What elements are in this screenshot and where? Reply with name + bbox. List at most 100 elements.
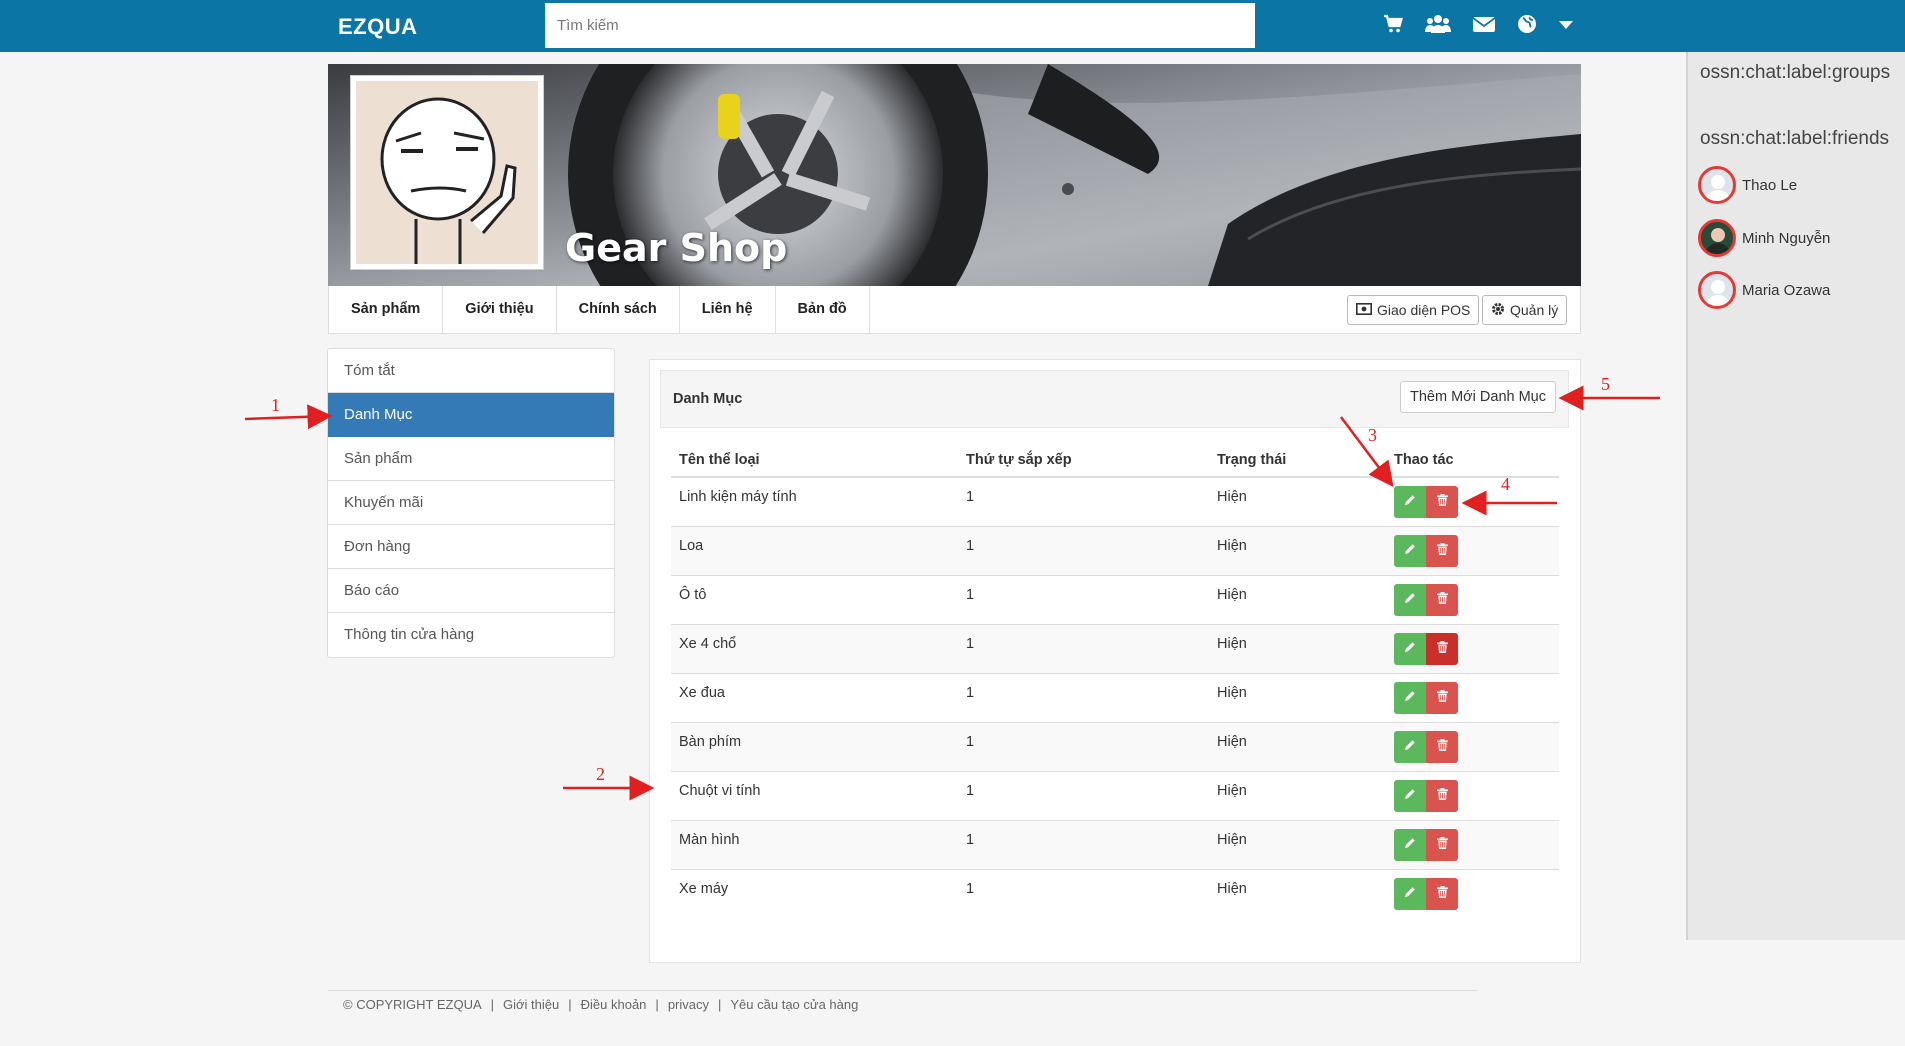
trash-icon xyxy=(1436,738,1448,755)
edit-button[interactable] xyxy=(1394,779,1426,812)
edit-button[interactable] xyxy=(1394,828,1426,861)
left-menu: Tóm tắt Danh Mục Sản phẩm Khuyến mãi Đơn… xyxy=(327,348,615,658)
table-row: Màn hình 1 Hiện xyxy=(671,819,1559,869)
category-name: Ô tô xyxy=(671,574,958,624)
shop-nav: Sản phẩm Giới thiệu Chính sách Liên hệ B… xyxy=(328,286,1581,334)
delete-button[interactable] xyxy=(1426,877,1458,910)
category-name: Linh kiện máy tính xyxy=(671,476,958,526)
footer-link-about[interactable]: Giới thiệu xyxy=(503,997,559,1012)
delete-button[interactable] xyxy=(1426,828,1458,861)
add-category-button[interactable]: Thêm Mới Danh Mục xyxy=(1399,381,1556,413)
category-status: Hiện xyxy=(1209,672,1386,722)
annotation-label-1: 1 xyxy=(271,395,280,415)
edit-button[interactable] xyxy=(1394,486,1426,518)
manage-button-label: Quản lý xyxy=(1510,302,1559,318)
category-table: Tên thể loại Thứ tự sắp xếp Trạng thái T… xyxy=(671,443,1559,918)
search-input[interactable] xyxy=(545,3,1255,48)
edit-button[interactable] xyxy=(1394,632,1426,665)
edit-button[interactable] xyxy=(1394,583,1426,616)
trash-icon xyxy=(1436,836,1448,853)
delete-button[interactable] xyxy=(1426,779,1458,812)
tab-map[interactable]: Bản đồ xyxy=(776,286,870,333)
category-actions xyxy=(1386,721,1559,771)
category-actions xyxy=(1386,770,1559,820)
tab-policy[interactable]: Chính sách xyxy=(557,286,680,333)
menu-item-promotions[interactable]: Khuyến mãi xyxy=(328,481,614,525)
chat-friend[interactable]: Thao Le xyxy=(1698,166,1797,204)
footer-link-privacy[interactable]: privacy xyxy=(668,997,709,1012)
footer-link-request-shop[interactable]: Yêu cầu tạo cửa hàng xyxy=(730,997,858,1012)
category-name: Màn hình xyxy=(671,819,958,869)
cart-icon[interactable] xyxy=(1383,14,1403,34)
category-actions xyxy=(1386,623,1559,673)
category-status: Hiện xyxy=(1209,770,1386,820)
category-name: Chuột vi tính xyxy=(671,770,958,820)
column-header-actions: Thao tác xyxy=(1386,443,1559,478)
menu-item-shop-info[interactable]: Thông tin cửa hàng xyxy=(328,613,614,657)
table-row: Chuột vi tính 1 Hiện xyxy=(671,770,1559,820)
trash-icon xyxy=(1436,591,1448,608)
table-row: Xe máy 1 Hiện xyxy=(671,868,1559,918)
category-order: 1 xyxy=(958,623,1209,673)
chat-friends-label: ossn:chat:label:friends xyxy=(1700,128,1890,149)
delete-button[interactable] xyxy=(1426,730,1458,763)
edit-button[interactable] xyxy=(1394,534,1426,567)
chat-friend[interactable]: Minh Nguyễn xyxy=(1698,219,1830,257)
menu-item-orders[interactable]: Đơn hàng xyxy=(328,525,614,569)
menu-item-reports[interactable]: Báo cáo xyxy=(328,569,614,613)
tab-contact[interactable]: Liên hệ xyxy=(680,286,776,333)
category-order: 1 xyxy=(958,574,1209,624)
menu-item-products[interactable]: Sản phẩm xyxy=(328,437,614,481)
footer-link-terms[interactable]: Điều khoản xyxy=(581,997,647,1012)
footer-divider xyxy=(328,990,1478,991)
category-actions xyxy=(1386,476,1559,526)
delete-button[interactable] xyxy=(1426,681,1458,714)
category-name: Bàn phím xyxy=(671,721,958,771)
pos-button-label: Giao diện POS xyxy=(1377,302,1471,318)
category-status: Hiện xyxy=(1209,525,1386,575)
category-status: Hiện xyxy=(1209,868,1386,918)
pos-button[interactable]: Giao diện POS xyxy=(1347,295,1480,325)
money-icon xyxy=(1356,302,1372,318)
category-status: Hiện xyxy=(1209,721,1386,771)
category-order: 1 xyxy=(958,476,1209,526)
pencil-icon xyxy=(1404,494,1416,510)
category-panel: Danh Mục Thêm Mới Danh Mục Tên thể loại … xyxy=(649,359,1581,963)
delete-button[interactable] xyxy=(1426,486,1458,518)
category-actions xyxy=(1386,525,1559,575)
annotation-label-2: 2 xyxy=(596,764,605,784)
chat-sidebar: ossn:chat:label:groups ossn:chat:label:f… xyxy=(1686,52,1905,940)
site-logo[interactable]: EZQUA xyxy=(338,14,418,40)
friend-name: Thao Le xyxy=(1742,176,1798,194)
envelope-icon[interactable] xyxy=(1473,15,1495,33)
edit-button[interactable] xyxy=(1394,730,1426,763)
table-row: Ô tô 1 Hiện xyxy=(671,574,1559,624)
category-actions xyxy=(1386,574,1559,624)
category-order: 1 xyxy=(958,721,1209,771)
pencil-icon xyxy=(1404,739,1416,755)
edit-button[interactable] xyxy=(1394,877,1426,910)
column-header-status: Trạng thái xyxy=(1209,443,1386,478)
table-row: Xe 4 chổ 1 Hiện xyxy=(671,623,1559,673)
footer: © COPYRIGHT EZQUA | Giới thiệu | Điều khoản |… xyxy=(343,997,859,1012)
manage-button[interactable]: Quản lý xyxy=(1482,295,1568,325)
top-icons xyxy=(1383,14,1573,34)
menu-item-categories[interactable]: Danh Mục xyxy=(328,393,614,437)
groups-icon[interactable] xyxy=(1425,14,1451,34)
tab-products[interactable]: Sản phẩm xyxy=(329,286,444,333)
edit-button[interactable] xyxy=(1394,681,1426,714)
delete-button[interactable] xyxy=(1426,583,1458,616)
menu-item-summary[interactable]: Tóm tắt xyxy=(328,349,614,393)
trash-icon xyxy=(1436,542,1448,559)
delete-button[interactable] xyxy=(1426,632,1458,665)
tab-about[interactable]: Giới thiệu xyxy=(443,286,557,333)
shop-avatar[interactable] xyxy=(350,75,544,270)
category-actions xyxy=(1386,868,1559,918)
delete-button[interactable] xyxy=(1426,534,1458,567)
footer-copyright: © COPYRIGHT EZQUA xyxy=(343,997,482,1012)
gear-icon xyxy=(1491,302,1505,319)
caret-down-icon[interactable] xyxy=(1559,19,1573,29)
table-row: Bàn phím 1 Hiện xyxy=(671,721,1559,771)
globe-icon[interactable] xyxy=(1517,14,1537,34)
chat-friend[interactable]: Maria Ozawa xyxy=(1698,271,1830,309)
